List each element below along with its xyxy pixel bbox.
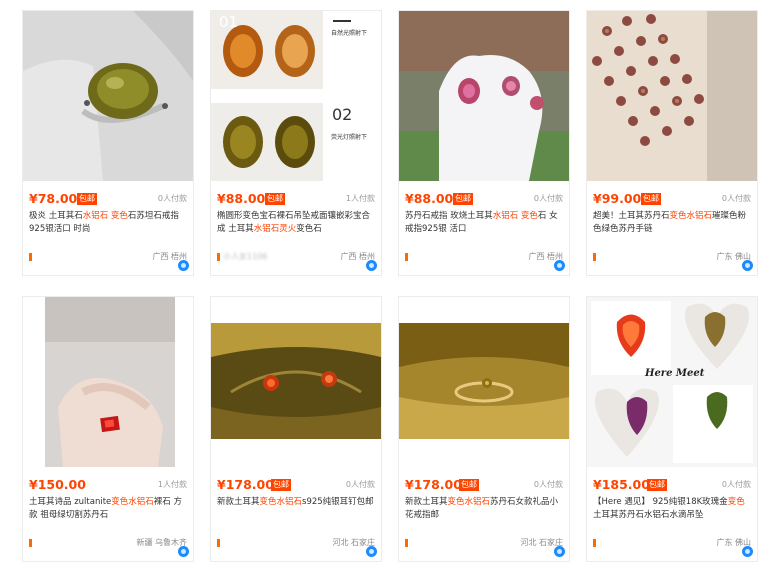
image-label: 自然光照射下 xyxy=(331,30,368,37)
product-image[interactable] xyxy=(23,297,193,467)
price: ¥178.00 xyxy=(405,477,462,492)
price: ¥78.00 xyxy=(29,191,78,206)
image-label: 02 xyxy=(332,105,353,124)
free-shipping-badge: 包邮 xyxy=(265,193,285,205)
paid-count: 0人付款 xyxy=(533,480,563,489)
paid-count: 1人付款 xyxy=(345,194,375,203)
chat-icon[interactable] xyxy=(554,260,565,271)
product-image[interactable] xyxy=(399,11,569,181)
product-card[interactable]: Here Meet ¥185.00 包邮 0人付款 【Here 遇见】 925纯… xyxy=(586,296,758,562)
shop-icon xyxy=(593,253,596,261)
shop-icon xyxy=(29,539,32,547)
chat-icon[interactable] xyxy=(366,546,377,557)
product-card[interactable]: ¥150.00 1人付款 土耳其诗品 zultanite变色水铝石裸石 方款 祖… xyxy=(22,296,194,562)
image-label: 01 xyxy=(219,13,239,31)
free-shipping-badge: 包邮 xyxy=(641,193,661,205)
paid-count: 0人付款 xyxy=(721,194,751,203)
free-shipping-badge: 包邮 xyxy=(459,479,479,491)
product-title[interactable]: 新款土耳其变色水铝石苏丹石女款礼品小花戒指邮 xyxy=(405,496,565,522)
paid-count: 0人付款 xyxy=(157,194,187,203)
product-card[interactable]: 01 自然光照射下 02 荧光灯照射下 ¥88.00 包邮 1人付款 椭圆形变色… xyxy=(210,10,382,276)
shop-icon xyxy=(593,539,596,547)
product-title[interactable]: 椭圆形变色宝石裸石吊坠戒面镶嵌彩宝合成 土耳其水铝石灵火变色石 xyxy=(217,210,377,236)
chat-icon[interactable] xyxy=(366,260,377,271)
paid-count: 0人付款 xyxy=(721,480,751,489)
shop-icon xyxy=(217,539,220,547)
price: ¥99.00 xyxy=(593,191,642,206)
product-image[interactable] xyxy=(211,297,381,467)
product-title[interactable]: 苏丹石戒指 玫烧土耳其水铝石 变色石 女戒指925银 活口 xyxy=(405,210,565,236)
price: ¥88.00 xyxy=(217,191,266,206)
chat-icon[interactable] xyxy=(554,546,565,557)
shop-icon xyxy=(217,253,220,261)
product-title[interactable]: 极炎 土耳其石水铝石 变色石苏坦石戒指 925银活口 时尚 xyxy=(29,210,189,236)
shop-icon xyxy=(29,253,32,261)
shop-icon xyxy=(405,539,408,547)
price: ¥178.00 xyxy=(217,477,274,492)
product-image[interactable] xyxy=(587,11,757,181)
product-card[interactable]: ¥99.00 包邮 0人付款 超美！土耳其苏丹石变色水铝石璀璨色粉色绿色苏丹手链… xyxy=(586,10,758,276)
image-caption: Here Meet xyxy=(645,368,705,379)
chat-icon[interactable] xyxy=(178,260,189,271)
product-image[interactable]: Here Meet xyxy=(587,297,757,467)
paid-count: 0人付款 xyxy=(345,480,375,489)
product-image[interactable] xyxy=(23,11,193,181)
free-shipping-badge: 包邮 xyxy=(647,479,667,491)
product-image[interactable]: 01 自然光照射下 02 荧光灯照射下 xyxy=(211,11,381,181)
product-card[interactable]: ¥88.00 包邮 0人付款 苏丹石戒指 玫烧土耳其水铝石 变色石 女戒指925… xyxy=(398,10,570,276)
product-card[interactable]: ¥178.00 包邮 0人付款 新款土耳其变色水铝石苏丹石女款礼品小花戒指邮 河… xyxy=(398,296,570,562)
product-image[interactable] xyxy=(399,297,569,467)
product-title[interactable]: 超美！土耳其苏丹石变色水铝石璀璨色粉色绿色苏丹手链 xyxy=(593,210,753,236)
price: ¥185.00 xyxy=(593,477,650,492)
paid-count: 0人付款 xyxy=(533,194,563,203)
image-label: 荧光灯照射下 xyxy=(331,134,368,141)
shop-name[interactable]: 小人女1106 xyxy=(223,251,267,262)
product-title[interactable]: 土耳其诗品 zultanite变色水铝石裸石 方款 祖母绿切割苏丹石 xyxy=(29,496,189,522)
chat-icon[interactable] xyxy=(742,546,753,557)
free-shipping-badge: 包邮 xyxy=(77,193,97,205)
shop-icon xyxy=(405,253,408,261)
chat-icon[interactable] xyxy=(178,546,189,557)
price: ¥150.00 xyxy=(29,477,86,492)
product-title[interactable]: 【Here 遇见】 925纯银18K玫瑰金变色土耳其苏丹石水铝石水滴吊坠 xyxy=(593,496,753,522)
product-card[interactable]: ¥78.00 包邮 0人付款 极炎 土耳其石水铝石 变色石苏坦石戒指 925银活… xyxy=(22,10,194,276)
product-title[interactable]: 新款土耳其变色水铝石s925纯银耳钉包邮 xyxy=(217,496,377,522)
free-shipping-badge: 包邮 xyxy=(271,479,291,491)
product-card[interactable]: ¥178.00 包邮 0人付款 新款土耳其变色水铝石s925纯银耳钉包邮 河北 … xyxy=(210,296,382,562)
price: ¥88.00 xyxy=(405,191,454,206)
chat-icon[interactable] xyxy=(742,260,753,271)
paid-count: 1人付款 xyxy=(157,480,187,489)
free-shipping-badge: 包邮 xyxy=(453,193,473,205)
